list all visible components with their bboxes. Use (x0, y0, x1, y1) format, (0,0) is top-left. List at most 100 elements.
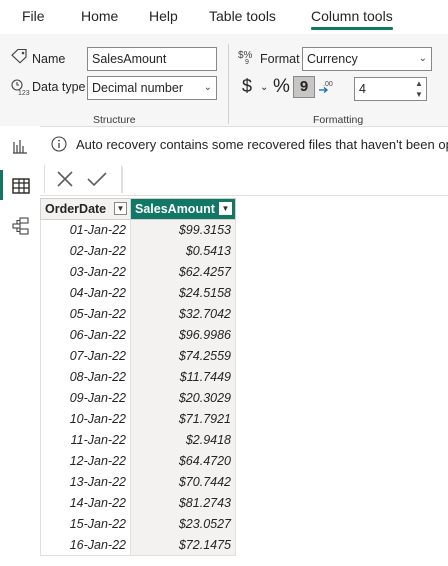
salesamount-cell[interactable]: $81.2743 (130, 492, 236, 514)
orderdate-cell[interactable]: 08-Jan-22 (40, 366, 131, 388)
chevron-down-icon: ⌄ (203, 82, 212, 93)
percent-symbol: % (273, 76, 290, 97)
column-header-label: OrderDate (45, 202, 107, 216)
table-row[interactable]: 14-Jan-22 $81.2743 (40, 492, 236, 514)
decimal-places-icon: .00 (318, 78, 336, 101)
table-header-row: OrderDate ▼ SalesAmount ▼ (40, 198, 236, 220)
orderdate-cell[interactable]: 07-Jan-22 (40, 345, 131, 367)
table-row[interactable]: 13-Jan-22 $70.7442 (40, 471, 236, 493)
salesamount-cell[interactable]: $11.7449 (130, 366, 236, 388)
tab-column-tools[interactable]: Column tools (311, 8, 393, 30)
orderdate-cell[interactable]: 13-Jan-22 (40, 471, 131, 493)
salesamount-cell[interactable]: $70.7442 (130, 471, 236, 493)
table-view-icon[interactable] (12, 178, 30, 199)
datatype-select[interactable]: Decimal number ⌄ (87, 76, 217, 100)
table-row[interactable]: 12-Jan-22 $64.4720 (40, 450, 236, 472)
infobar-message: Auto recovery contains some recovered fi… (76, 137, 448, 152)
table-body: 01-Jan-22 $99.3153 02-Jan-22 $0.5413 03-Jan-… (40, 219, 236, 556)
table-row[interactable]: 16-Jan-22 $72.1475 (40, 534, 236, 556)
formula-actions (44, 165, 122, 193)
tab-table-tools[interactable]: Table tools (209, 8, 276, 24)
tab-file[interactable]: File (22, 8, 45, 24)
ribbon-tabs: File Home Help Table tools Column tools (0, 0, 448, 34)
group-divider (228, 44, 229, 124)
salesamount-cell[interactable]: $62.4257 (130, 261, 236, 283)
datatype-value: Decimal number (92, 81, 184, 95)
svg-text:9: 9 (245, 59, 249, 64)
table-row[interactable]: 02-Jan-22 $0.5413 (40, 240, 236, 262)
column-header-salesamount[interactable]: SalesAmount ▼ (130, 198, 236, 220)
orderdate-cell[interactable]: 14-Jan-22 (40, 492, 131, 514)
decimal-places-spinner[interactable]: 4 ▲ ▼ (354, 77, 427, 101)
salesamount-cell[interactable]: $74.2559 (130, 345, 236, 367)
orderdate-cell[interactable]: 06-Jan-22 (40, 324, 131, 346)
column-header-label: SalesAmount (135, 202, 215, 216)
format-select[interactable]: Currency ⌄ (302, 47, 432, 71)
comma-style-button[interactable]: 9 (293, 76, 315, 98)
active-view-indicator (0, 170, 3, 200)
salesamount-cell[interactable]: $99.3153 (130, 219, 236, 241)
currency-symbol: $ (242, 76, 253, 96)
cancel-icon[interactable] (56, 170, 74, 193)
currency-button[interactable]: $ (242, 76, 252, 97)
orderdate-cell[interactable]: 04-Jan-22 (40, 282, 131, 304)
salesamount-cell[interactable]: $0.5413 (130, 240, 236, 262)
report-view-icon[interactable] (12, 138, 28, 159)
table-row[interactable]: 09-Jan-22 $20.3029 (40, 387, 236, 409)
table-row[interactable]: 01-Jan-22 $99.3153 (40, 219, 236, 241)
salesamount-cell[interactable]: $64.4720 (130, 450, 236, 472)
salesamount-cell[interactable]: $32.7042 (130, 303, 236, 325)
ribbon: Name SalesAmount 123 Data type Decimal n… (0, 34, 448, 127)
formula-input[interactable] (122, 167, 448, 193)
orderdate-cell[interactable]: 02-Jan-22 (40, 240, 131, 262)
table-row[interactable]: 11-Jan-22 $2.9418 (40, 429, 236, 451)
column-header-orderdate[interactable]: OrderDate ▼ (40, 198, 131, 220)
orderdate-cell[interactable]: 01-Jan-22 (40, 219, 131, 241)
salesamount-cell[interactable]: $24.5158 (130, 282, 236, 304)
structure-group-title: Structure (93, 114, 136, 126)
chevron-down-icon: ⌄ (418, 53, 427, 64)
table-row[interactable]: 15-Jan-22 $23.0527 (40, 513, 236, 535)
format-icon: $% 9 (238, 48, 258, 69)
orderdate-cell[interactable]: 05-Jan-22 (40, 303, 131, 325)
auto-recovery-infobar: Auto recovery contains some recovered fi… (40, 130, 448, 158)
orderdate-cell[interactable]: 12-Jan-22 (40, 450, 131, 472)
spinner-arrows-icon[interactable]: ▲ ▼ (412, 78, 426, 100)
salesamount-cell[interactable]: $20.3029 (130, 387, 236, 409)
salesamount-cell[interactable]: $71.7921 (130, 408, 236, 430)
salesamount-cell[interactable]: $2.9418 (130, 429, 236, 451)
percent-button[interactable]: % (273, 76, 290, 98)
model-view-icon[interactable] (12, 217, 30, 240)
orderdate-cell[interactable]: 03-Jan-22 (40, 261, 131, 283)
orderdate-cell[interactable]: 11-Jan-22 (40, 429, 131, 451)
table-row[interactable]: 07-Jan-22 $74.2559 (40, 345, 236, 367)
datatype-label: Data type (32, 80, 86, 94)
salesamount-cell[interactable]: $23.0527 (130, 513, 236, 535)
orderdate-cell[interactable]: 15-Jan-22 (40, 513, 131, 535)
table-row[interactable]: 06-Jan-22 $96.9986 (40, 324, 236, 346)
name-field[interactable]: SalesAmount (87, 47, 217, 71)
format-value: Currency (307, 52, 358, 66)
format-label: Format (260, 52, 300, 66)
filter-dropdown-icon[interactable]: ▼ (219, 202, 232, 215)
table-row[interactable]: 10-Jan-22 $71.7921 (40, 408, 236, 430)
salesamount-cell[interactable]: $96.9986 (130, 324, 236, 346)
table-row[interactable]: 03-Jan-22 $62.4257 (40, 261, 236, 283)
commit-check-icon[interactable] (87, 170, 107, 193)
tag-icon (11, 48, 28, 69)
tab-home[interactable]: Home (81, 8, 118, 24)
decimal-icon-text: .00 (323, 81, 333, 88)
table-row[interactable]: 08-Jan-22 $11.7449 (40, 366, 236, 388)
table-row[interactable]: 05-Jan-22 $32.7042 (40, 303, 236, 325)
info-icon (51, 136, 67, 155)
filter-dropdown-icon[interactable]: ▼ (114, 202, 127, 215)
tab-help[interactable]: Help (149, 8, 178, 24)
orderdate-cell[interactable]: 09-Jan-22 (40, 387, 131, 409)
svg-text:123: 123 (18, 90, 30, 96)
salesamount-cell[interactable]: $72.1475 (130, 534, 236, 556)
datatype-icon: 123 (11, 79, 31, 101)
orderdate-cell[interactable]: 16-Jan-22 (40, 534, 131, 556)
orderdate-cell[interactable]: 10-Jan-22 (40, 408, 131, 430)
currency-dropdown-icon[interactable]: ⌄ (260, 82, 268, 93)
table-row[interactable]: 04-Jan-22 $24.5158 (40, 282, 236, 304)
